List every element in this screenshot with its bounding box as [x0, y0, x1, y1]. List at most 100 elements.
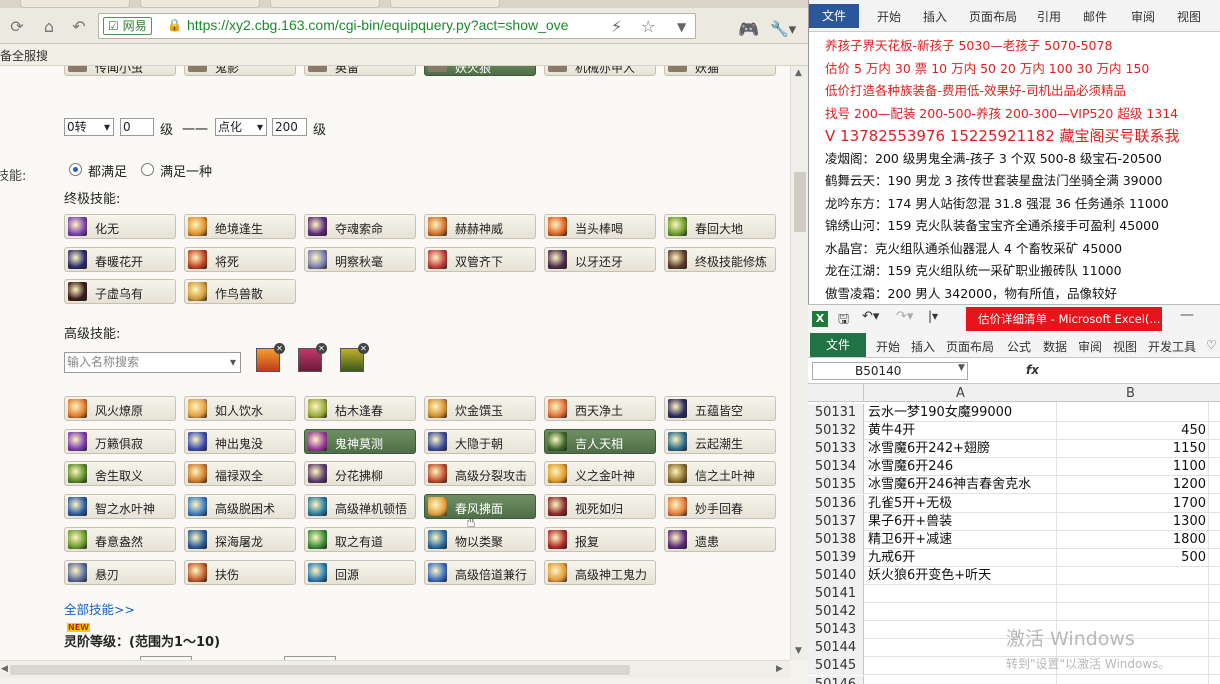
- skill-button[interactable]: 春暖花开: [64, 246, 176, 272]
- row-number[interactable]: 50131: [808, 404, 864, 422]
- row-number[interactable]: 50136: [808, 494, 864, 513]
- skill-button[interactable]: 取之有道: [304, 526, 416, 552]
- skill-button[interactable]: 福禄双全: [184, 461, 296, 487]
- row-number[interactable]: 50133: [808, 440, 864, 459]
- radio-all[interactable]: [69, 163, 82, 176]
- cell-b[interactable]: 1200: [1056, 476, 1206, 494]
- document-line[interactable]: 龙在江湖：159 克火组队统一采矿职业搬砖队 11000: [825, 263, 1122, 279]
- word-tab[interactable]: 开始: [877, 8, 901, 25]
- radio-all-label[interactable]: 都满足: [88, 161, 127, 180]
- row-number[interactable]: 50139: [808, 548, 864, 567]
- skill-button[interactable]: 赫赫神威: [424, 214, 536, 239]
- cell-a[interactable]: 黄牛4开: [868, 422, 915, 440]
- row-number[interactable]: 50146: [808, 675, 864, 684]
- excel-tab[interactable]: 插入: [911, 338, 935, 355]
- excel-file-tab[interactable]: 文件: [810, 333, 866, 357]
- chosen-skill-chip[interactable]: ✕: [340, 343, 369, 372]
- cell-b[interactable]: 1800: [1056, 531, 1206, 549]
- cell-a[interactable]: 冰雪魔6开242+翅膀: [868, 440, 990, 458]
- scroll-thumb[interactable]: [10, 665, 630, 675]
- redo-icon[interactable]: ↷▾: [896, 309, 913, 324]
- document-line[interactable]: 鹤舞云天：190 男龙 3 孩传世套装星盘法门坐骑全满 39000: [825, 173, 1162, 189]
- excel-tab[interactable]: 数据: [1043, 338, 1067, 355]
- skill-button[interactable]: 舍生取义: [64, 461, 176, 487]
- skill-button[interactable]: 风火燎原: [64, 396, 176, 421]
- row-number[interactable]: 50140: [808, 566, 864, 585]
- wrench-icon[interactable]: 🔧▾: [770, 20, 796, 38]
- document-line[interactable]: 锦绣山河：159 克火队装备宝宝齐全通杀接手可盈利 45000: [825, 218, 1159, 234]
- chevron-down-icon[interactable]: ▼: [677, 20, 686, 34]
- undo-close-icon[interactable]: ↶: [68, 16, 90, 38]
- skill-button[interactable]: 神出鬼没: [184, 428, 296, 454]
- radio-any[interactable]: [141, 163, 154, 176]
- excel-tab[interactable]: 审阅: [1078, 338, 1102, 355]
- row-number[interactable]: 50141: [808, 585, 864, 603]
- skill-button[interactable]: 义之金叶神: [544, 461, 656, 487]
- column-header-b[interactable]: B: [1126, 386, 1135, 401]
- word-document[interactable]: 养孩子界天花板-新孩子 5030—老孩子 5070-5078 估价 5 万内 30…: [809, 32, 1220, 304]
- row-number[interactable]: 50137: [808, 512, 864, 531]
- document-line[interactable]: 水晶宫：克火组队通杀仙器混人 4 个畜牧采矿 45000: [825, 241, 1122, 257]
- word-file-tab[interactable]: 文件: [809, 4, 859, 28]
- browser-tab[interactable]: [270, 0, 380, 8]
- scroll-down-icon[interactable]: ▼: [795, 646, 802, 656]
- cell-b[interactable]: 450: [1056, 422, 1206, 440]
- undo-icon[interactable]: ↶▾: [862, 309, 879, 324]
- skill-button[interactable]: 吉人天相: [544, 428, 656, 454]
- skill-button[interactable]: 以牙还牙: [544, 246, 656, 272]
- pet-button[interactable]: 英雷: [304, 66, 416, 76]
- remove-icon[interactable]: ✕: [316, 343, 327, 354]
- chevron-down-icon[interactable]: ▼: [958, 363, 965, 373]
- excel-tab[interactable]: 页面布局: [946, 338, 994, 355]
- cell-a[interactable]: 云水一梦190女魔99000: [868, 404, 1012, 422]
- document-line[interactable]: 养孩子界天花板-新孩子 5030—老孩子 5070-5078: [825, 38, 1112, 54]
- scroll-up-icon[interactable]: ▲: [795, 68, 802, 78]
- skill-button[interactable]: 终极技能修炼: [664, 246, 776, 272]
- minimize-icon[interactable]: —: [1180, 307, 1194, 323]
- scroll-left-icon[interactable]: ◀: [1, 664, 8, 674]
- excel-tab[interactable]: 公式: [1007, 338, 1031, 355]
- cell-b[interactable]: 1150: [1056, 440, 1206, 458]
- level-min-input[interactable]: 0: [120, 118, 154, 136]
- skill-button[interactable]: 鬼神莫测: [304, 428, 416, 454]
- skill-button[interactable]: 遗患: [664, 526, 776, 552]
- address-bar[interactable]: ☑ 网易 🔒 https://xy2.cbg.163.com/cgi-bin/e…: [98, 13, 696, 39]
- browser-tab[interactable]: [390, 0, 500, 8]
- skill-button[interactable]: 大隐于朝: [424, 428, 536, 454]
- cell-b[interactable]: 1100: [1056, 458, 1206, 476]
- skill-button[interactable]: 绝境逢生: [184, 214, 296, 239]
- excel-tab[interactable]: 开始: [876, 338, 900, 355]
- level-max-input[interactable]: 200: [272, 118, 307, 136]
- skill-button[interactable]: 物以类聚: [424, 526, 536, 552]
- skill-button[interactable]: 西天净土: [544, 396, 656, 421]
- skill-button[interactable]: 扶伤: [184, 559, 296, 585]
- skill-button[interactable]: 探海屠龙: [184, 526, 296, 552]
- chosen-skill-chip[interactable]: ✕: [298, 343, 327, 372]
- cell-b[interactable]: 1700: [1056, 495, 1206, 513]
- pet-button[interactable]: 妖猫: [664, 66, 776, 76]
- row-number[interactable]: 50145: [808, 657, 864, 676]
- row-number[interactable]: 50134: [808, 458, 864, 477]
- cell-a[interactable]: 冰雪魔6开246神吉春舍克水: [868, 476, 1031, 494]
- skill-button[interactable]: 将死: [184, 246, 296, 272]
- skill-button[interactable]: 悬刃: [64, 559, 176, 585]
- cell-a[interactable]: 妖火狼6开变色+听天: [868, 567, 991, 585]
- skill-button[interactable]: 春意盎然: [64, 526, 176, 552]
- cell-a[interactable]: 精卫6开+减速: [868, 531, 952, 549]
- browser-tab-active[interactable]: [140, 0, 260, 8]
- skill-button[interactable]: 高级倍道兼行: [424, 559, 536, 585]
- spreadsheet-grid[interactable]: A B 50131 云水一梦190女魔99000 50132 黄牛4开 450 50133…: [808, 384, 1220, 684]
- skill-button[interactable]: 炊金馔玉: [424, 396, 536, 421]
- bookmark-item[interactable]: 备全服搜: [0, 47, 48, 64]
- url-text[interactable]: https://xy2.cbg.163.com/cgi-bin/equipque…: [187, 17, 617, 33]
- save-icon[interactable]: 🖫: [838, 310, 849, 332]
- document-line[interactable]: 低价打造各种族装备-费用低-效果好-司机出品必须精品: [825, 83, 1126, 99]
- lightning-icon[interactable]: ⚡: [611, 17, 622, 36]
- word-tab[interactable]: 页面布局: [969, 8, 1017, 25]
- skill-button[interactable]: 五蕴皆空: [664, 396, 776, 421]
- skill-button[interactable]: 当头棒喝: [544, 214, 656, 239]
- skill-button[interactable]: 分花拂柳: [304, 461, 416, 487]
- word-tab[interactable]: 引用: [1037, 8, 1061, 25]
- skill-button[interactable]: 回源: [304, 559, 416, 585]
- cell-b[interactable]: 500: [1056, 549, 1206, 567]
